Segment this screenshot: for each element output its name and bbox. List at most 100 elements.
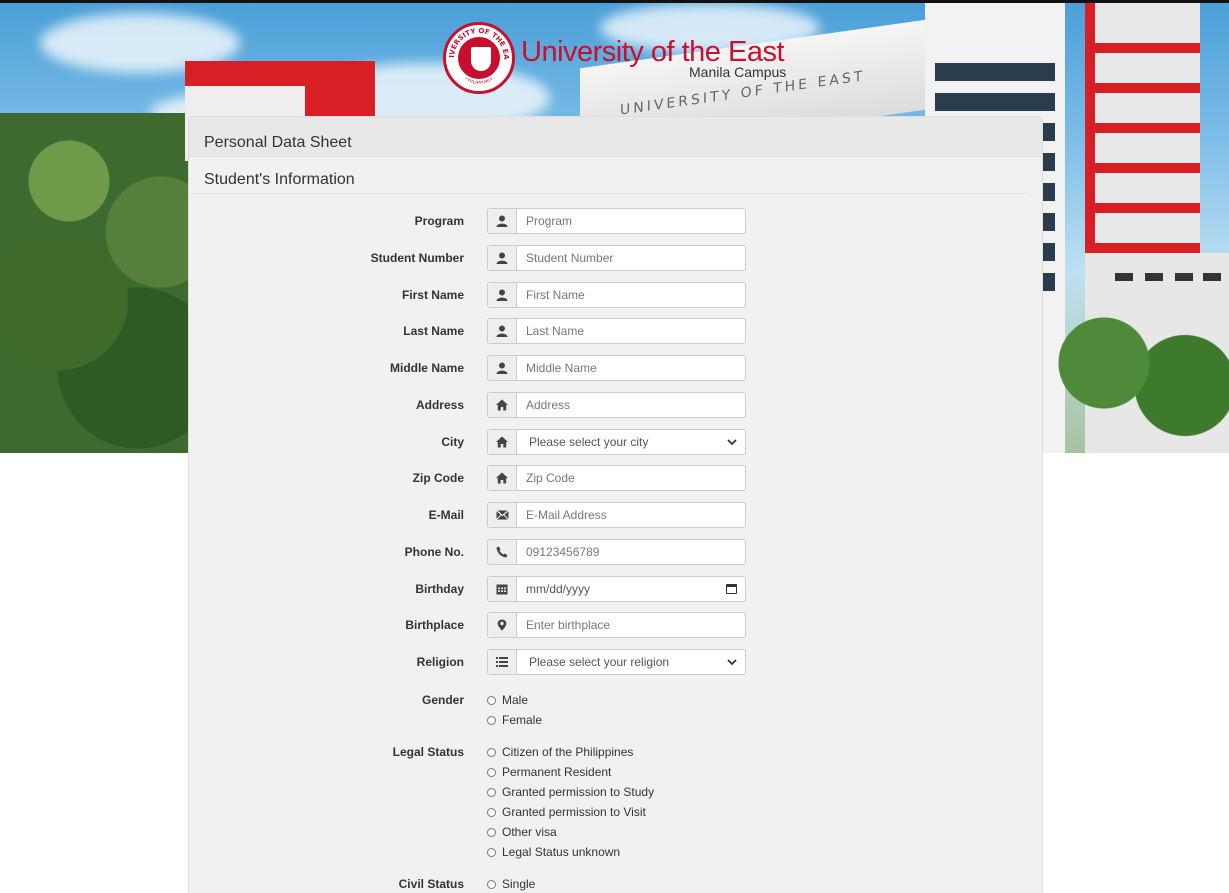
personal-data-sheet-panel: Personal Data Sheet Student's Informatio… — [188, 116, 1043, 893]
email-label: E-Mail — [428, 508, 464, 522]
city-label: City — [441, 435, 464, 449]
email-input[interactable] — [517, 503, 745, 527]
civil-status-option-single[interactable]: Single — [487, 874, 535, 893]
chevron-down-icon — [727, 658, 737, 666]
city-select[interactable]: Please select your city — [517, 430, 745, 454]
first-name-label: First Name — [401, 288, 464, 302]
gender-option-female[interactable]: Female — [487, 710, 542, 730]
envelope-icon — [488, 503, 517, 527]
birthplace-label: Birthplace — [405, 618, 464, 632]
radio-label: Granted permission to Study — [502, 785, 655, 799]
program-input-group — [487, 208, 746, 234]
first-name-input[interactable] — [517, 283, 745, 307]
student-number-input-group — [487, 245, 746, 271]
legal-status-option-other-visa[interactable]: Other visa — [487, 822, 654, 842]
user-icon — [488, 283, 517, 307]
gender-label: Gender — [421, 693, 464, 707]
home-icon — [488, 393, 517, 417]
radio-button[interactable] — [487, 767, 496, 777]
phone-input-group — [487, 539, 746, 565]
radio-label: Permanent Resident — [502, 765, 612, 779]
civil-status-label: Civil Status — [398, 877, 464, 891]
middle-name-label: Middle Name — [389, 361, 464, 375]
student-number-input[interactable] — [517, 246, 745, 270]
radio-label: Female — [502, 713, 543, 727]
program-row: Program — [189, 208, 1044, 234]
legal-status-option-visit[interactable]: Granted permission to Visit — [487, 802, 654, 822]
birthday-date-input[interactable]: mm/dd/yyyy — [517, 577, 745, 601]
user-icon — [488, 246, 517, 270]
phone-label: Phone No. — [404, 545, 464, 559]
radio-button[interactable] — [487, 847, 496, 857]
last-name-row: Last Name — [189, 318, 1044, 344]
last-name-input[interactable] — [517, 319, 745, 343]
address-label: Address — [415, 398, 464, 412]
radio-label: Legal Status unknown — [502, 845, 621, 859]
gender-option-male[interactable]: Male — [487, 690, 542, 710]
middle-name-input-group — [487, 355, 746, 381]
university-logo[interactable]: UNIVERSITY OF THE EAST PHILIPPINES Unive… — [443, 22, 803, 94]
phone-icon — [488, 540, 517, 564]
radio-button[interactable] — [487, 715, 496, 725]
address-row: Address — [189, 392, 1044, 418]
program-label: Program — [414, 214, 464, 228]
first-name-row: First Name — [189, 282, 1044, 308]
religion-row: Religion Please select your religion — [189, 649, 1044, 675]
section-divider — [189, 193, 1029, 194]
city-input-group: Please select your city — [487, 429, 746, 455]
zip-code-label: Zip Code — [412, 471, 464, 485]
legal-status-label: Legal Status — [392, 745, 464, 759]
radio-button[interactable] — [487, 747, 496, 757]
address-input[interactable] — [517, 393, 745, 417]
zip-code-input-group — [487, 465, 746, 491]
radio-button[interactable] — [487, 807, 496, 817]
email-row: E-Mail — [189, 502, 1044, 528]
legal-status-option-study[interactable]: Granted permission to Study — [487, 782, 654, 802]
user-icon — [488, 209, 517, 233]
legal-status-radio-group: Citizen of the Philippines Permanent Res… — [487, 742, 654, 862]
first-name-input-group — [487, 282, 746, 308]
birthday-placeholder: mm/dd/yyyy — [526, 582, 591, 596]
last-name-label: Last Name — [403, 324, 464, 338]
chevron-down-icon — [727, 438, 737, 446]
legal-status-option-citizen[interactable]: Citizen of the Philippines — [487, 742, 654, 762]
middle-name-input[interactable] — [517, 356, 745, 380]
program-input[interactable] — [517, 209, 745, 233]
radio-button[interactable] — [487, 787, 496, 797]
zip-code-input[interactable] — [517, 466, 745, 490]
gender-radio-group: Male Female — [487, 690, 542, 730]
birthplace-row: Birthplace — [189, 612, 1044, 638]
birthplace-input-group — [487, 612, 746, 638]
gender-row: Gender Male Female — [189, 690, 1044, 727]
phone-input[interactable] — [517, 540, 745, 564]
map-marker-icon — [488, 613, 517, 637]
campus-name: Manila Campus — [689, 64, 787, 80]
student-number-label: Student Number — [370, 251, 464, 265]
user-icon — [488, 319, 517, 343]
birthplace-input[interactable] — [517, 613, 745, 637]
legal-status-row: Legal Status Citizen of the Philippines … — [189, 742, 1044, 859]
last-name-input-group — [487, 318, 746, 344]
radio-button[interactable] — [487, 695, 496, 705]
university-seal-icon: UNIVERSITY OF THE EAST PHILIPPINES — [443, 22, 515, 94]
calendar-icon — [488, 577, 517, 601]
home-icon — [488, 430, 517, 454]
legal-status-option-unknown[interactable]: Legal Status unknown — [487, 842, 654, 862]
legal-status-option-permanent-resident[interactable]: Permanent Resident — [487, 762, 654, 782]
birthday-label: Birthday — [415, 582, 464, 596]
list-icon — [488, 650, 517, 674]
phone-row: Phone No. — [189, 539, 1044, 565]
civil-status-radio-group: Single — [487, 874, 535, 893]
radio-label: Male — [502, 693, 529, 707]
radio-button[interactable] — [487, 827, 496, 837]
radio-button[interactable] — [487, 879, 496, 889]
section-title: Student's Information — [204, 171, 355, 188]
radio-label: Granted permission to Visit — [502, 805, 646, 819]
radio-label: Citizen of the Philippines — [502, 745, 634, 759]
religion-selected-value: Please select your religion — [529, 655, 670, 669]
religion-select[interactable]: Please select your religion — [517, 650, 745, 674]
panel-title: Personal Data Sheet — [189, 117, 1042, 157]
date-picker-icon[interactable] — [726, 584, 737, 594]
student-number-row: Student Number — [189, 245, 1044, 271]
radio-label: Other visa — [502, 825, 557, 839]
